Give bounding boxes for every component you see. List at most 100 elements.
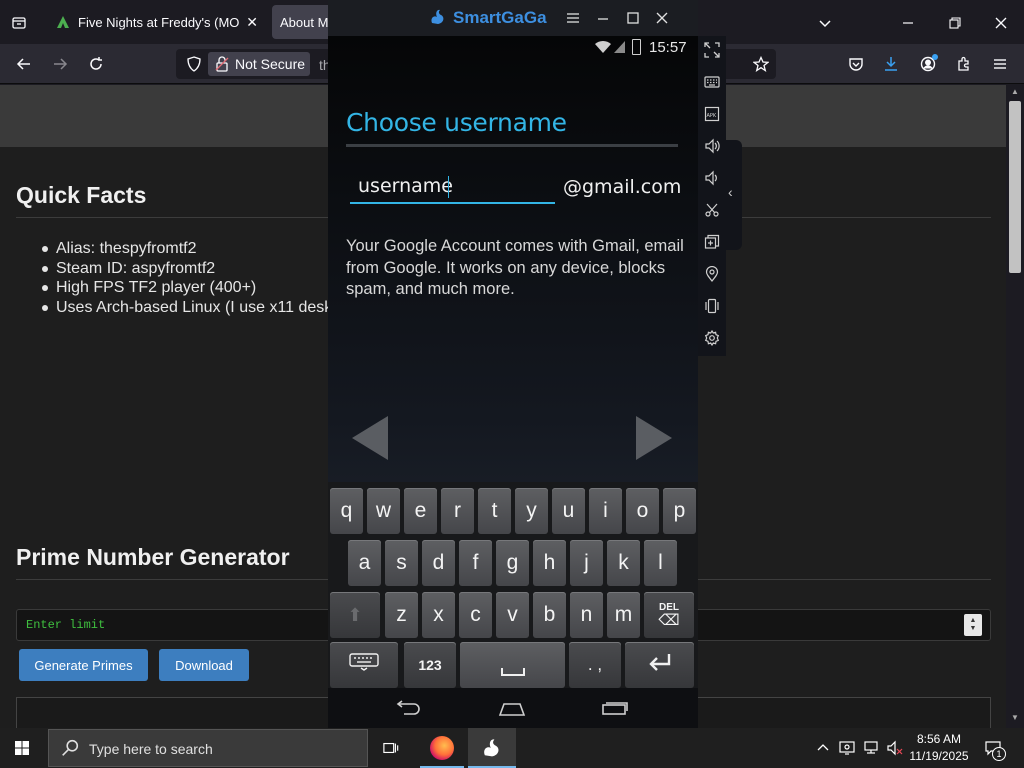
- show-hidden-icons-icon[interactable]: [815, 740, 831, 756]
- reload-icon[interactable]: [84, 52, 108, 76]
- enter-key[interactable]: [625, 642, 694, 688]
- screenshot-cut-icon[interactable]: [702, 200, 722, 220]
- close-window-icon[interactable]: [989, 12, 1013, 34]
- key-o[interactable]: o: [626, 488, 659, 534]
- punctuation-key[interactable]: . ,: [569, 642, 621, 688]
- key-w[interactable]: w: [367, 488, 400, 534]
- search-icon: [61, 739, 79, 757]
- next-arrow-icon[interactable]: [634, 414, 674, 462]
- key-g[interactable]: g: [496, 540, 529, 586]
- taskbar-search-box[interactable]: Type here to search: [48, 729, 368, 767]
- generate-primes-button[interactable]: Generate Primes: [19, 649, 148, 681]
- emulator-minimize-icon[interactable]: [594, 9, 612, 27]
- status-time: 15:57: [649, 39, 687, 56]
- scroll-down-icon[interactable]: ▼: [1011, 713, 1019, 722]
- volume-up-icon[interactable]: [702, 136, 722, 156]
- number-spinner-icon[interactable]: ▲ ▼: [964, 614, 982, 636]
- back-arrow-icon[interactable]: [350, 414, 390, 462]
- windows-start-icon[interactable]: [12, 738, 32, 758]
- numbers-key[interactable]: 123: [404, 642, 456, 688]
- forward-icon[interactable]: [48, 52, 72, 76]
- location-icon[interactable]: [702, 264, 722, 284]
- shift-arrow-icon: ⬆: [347, 604, 363, 625]
- taskbar-smartgaga[interactable]: [468, 728, 516, 768]
- key-v[interactable]: v: [496, 592, 529, 638]
- not-secure-badge[interactable]: Not Secure: [208, 52, 310, 76]
- restore-window-icon[interactable]: [943, 12, 967, 34]
- task-view-icon[interactable]: [380, 738, 402, 758]
- limit-placeholder: Enter limit: [26, 618, 106, 632]
- key-z[interactable]: z: [385, 592, 418, 638]
- multi-instance-icon[interactable]: [702, 232, 722, 252]
- android-recents-icon[interactable]: [601, 701, 629, 715]
- key-l[interactable]: l: [644, 540, 677, 586]
- key-e[interactable]: e: [404, 488, 437, 534]
- apk-install-icon[interactable]: APK: [702, 104, 722, 124]
- fullscreen-icon[interactable]: [702, 40, 722, 60]
- key-i[interactable]: i: [589, 488, 622, 534]
- key-f[interactable]: f: [459, 540, 492, 586]
- account-notification-dot: [932, 54, 938, 60]
- key-s[interactable]: s: [385, 540, 418, 586]
- emulator-menu-icon[interactable]: [564, 9, 582, 27]
- username-input[interactable]: username: [350, 170, 555, 204]
- delete-key[interactable]: DEL ⌫: [644, 592, 694, 638]
- key-p[interactable]: p: [663, 488, 696, 534]
- page-scrollbar[interactable]: ▲ ▼: [1006, 85, 1024, 728]
- android-home-icon[interactable]: [498, 702, 526, 716]
- scroll-up-icon[interactable]: ▲: [1011, 87, 1019, 96]
- wifi-icon: [594, 40, 612, 54]
- back-icon[interactable]: [12, 52, 36, 76]
- downloads-icon[interactable]: [879, 52, 903, 76]
- key-j[interactable]: j: [570, 540, 603, 586]
- key-q[interactable]: q: [330, 488, 363, 534]
- taskbar-firefox[interactable]: [420, 728, 464, 768]
- android-back-icon[interactable]: [394, 700, 422, 716]
- toolbar-collapse-tab[interactable]: ‹: [726, 140, 742, 250]
- emulator-close-icon[interactable]: [653, 9, 671, 27]
- key-b[interactable]: b: [533, 592, 566, 638]
- username-value: username: [358, 175, 453, 197]
- close-tab-icon[interactable]: ✕: [246, 14, 258, 31]
- not-secure-label: Not Secure: [235, 56, 306, 72]
- settings-icon[interactable]: [702, 328, 722, 348]
- key-a[interactable]: a: [348, 540, 381, 586]
- list-all-tabs-icon[interactable]: [814, 12, 836, 34]
- app-menu-icon[interactable]: [988, 52, 1012, 76]
- tracking-protection-shield-icon[interactable]: [184, 54, 204, 74]
- shift-key[interactable]: ⬆: [330, 592, 380, 638]
- extensions-icon[interactable]: [952, 52, 976, 76]
- shake-icon[interactable]: [702, 296, 722, 316]
- key-h[interactable]: h: [533, 540, 566, 586]
- volume-down-icon[interactable]: [702, 168, 722, 188]
- key-n[interactable]: n: [570, 592, 603, 638]
- emulator-maximize-icon[interactable]: [624, 9, 642, 27]
- key-x[interactable]: x: [422, 592, 455, 638]
- app-name-label: SmartGaGa: [453, 8, 547, 27]
- minimize-window-icon[interactable]: [896, 12, 920, 34]
- keyboard-map-icon[interactable]: [702, 72, 722, 92]
- key-m[interactable]: m: [607, 592, 640, 638]
- clock-time[interactable]: 8:56 AM: [910, 732, 968, 746]
- space-key[interactable]: [460, 642, 565, 688]
- list-item: Steam ID: aspyfromtf2: [16, 259, 332, 279]
- pocket-icon[interactable]: [844, 52, 868, 76]
- key-c[interactable]: c: [459, 592, 492, 638]
- key-y[interactable]: y: [515, 488, 548, 534]
- network-tray-icon[interactable]: [862, 739, 880, 757]
- clock-date[interactable]: 11/19/2025: [906, 749, 972, 763]
- volume-muted-tray-icon[interactable]: [886, 739, 904, 757]
- key-r[interactable]: r: [441, 488, 474, 534]
- download-button[interactable]: Download: [159, 649, 249, 681]
- tab-fnaf[interactable]: Five Nights at Freddy's (MOD, U ✕: [48, 5, 266, 39]
- bookmark-star-icon[interactable]: [749, 52, 773, 76]
- display-tray-icon[interactable]: [838, 739, 856, 757]
- key-k[interactable]: k: [607, 540, 640, 586]
- key-d[interactable]: d: [422, 540, 455, 586]
- key-u[interactable]: u: [552, 488, 585, 534]
- keyboard-settings-key[interactable]: [330, 642, 398, 688]
- scrollbar-thumb[interactable]: [1009, 101, 1021, 273]
- key-t[interactable]: t: [478, 488, 511, 534]
- tab-about-me[interactable]: About Me: [272, 5, 332, 39]
- tab-overview-icon[interactable]: [8, 12, 30, 34]
